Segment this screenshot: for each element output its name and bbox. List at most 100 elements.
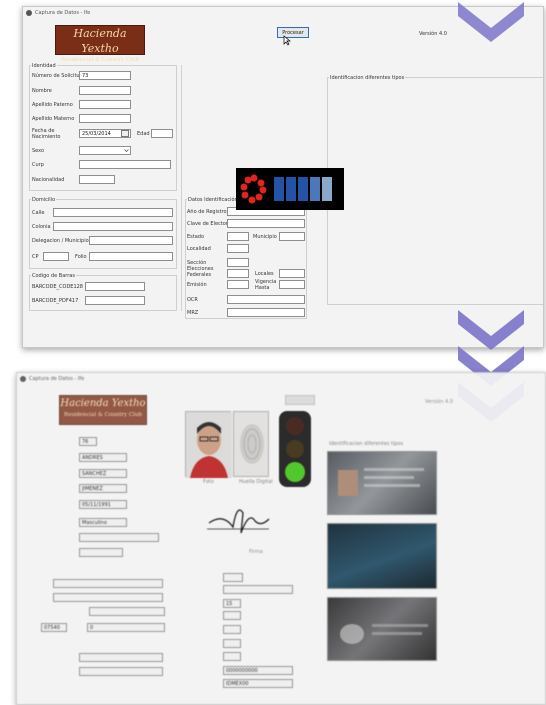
calle-input[interactable] bbox=[53, 208, 173, 217]
pdf417-input[interactable] bbox=[79, 667, 163, 676]
nacionalidad-input[interactable] bbox=[79, 175, 115, 184]
delegacion-label: Delegacion / Municipio bbox=[32, 238, 89, 244]
paterno-input[interactable] bbox=[79, 100, 131, 109]
mrz-input[interactable]: IDMEX00 bbox=[223, 679, 293, 688]
sexo-label: Sexo bbox=[32, 148, 45, 154]
loading-spinner-icon bbox=[240, 174, 332, 204]
ocr-input[interactable] bbox=[227, 295, 305, 304]
cursor-icon bbox=[283, 35, 291, 46]
elecciones-label: Elecciones Federales bbox=[187, 266, 214, 278]
company-logo: Hacienda Yextho Residencial & Country Cl… bbox=[59, 395, 147, 425]
delegacion-input[interactable] bbox=[89, 236, 173, 245]
vigencia-input[interactable] bbox=[279, 280, 305, 289]
clave-input[interactable] bbox=[227, 219, 305, 228]
process-button[interactable] bbox=[285, 395, 315, 405]
id-card-front-image bbox=[327, 451, 437, 515]
localidad-input[interactable] bbox=[227, 244, 249, 253]
colonia-label: Colonia bbox=[32, 224, 51, 230]
localidad-label: Localidad bbox=[187, 246, 211, 252]
anio-label: Año de Registro bbox=[187, 209, 227, 215]
ocr-input[interactable]: 0000000000 bbox=[223, 666, 293, 675]
materno-label: Apellido Materno bbox=[32, 116, 75, 122]
municipio-input[interactable] bbox=[279, 232, 305, 241]
colonia-input[interactable] bbox=[53, 593, 163, 602]
edad-input[interactable] bbox=[151, 129, 173, 138]
process-button[interactable]: Procesar bbox=[277, 27, 309, 38]
estado-label: Estado bbox=[187, 234, 205, 240]
elecciones-input[interactable] bbox=[223, 639, 241, 648]
nombre-input[interactable]: ANDRES bbox=[79, 453, 127, 462]
locales-input[interactable] bbox=[279, 269, 305, 278]
logo-title: Hacienda Yextho bbox=[73, 27, 127, 55]
emision-label: Emisión bbox=[187, 282, 207, 288]
barcode-group-title: Codigo de Barras bbox=[31, 273, 76, 279]
emision-input[interactable] bbox=[227, 280, 249, 289]
estado-input[interactable]: 15 bbox=[223, 599, 241, 608]
seccion-input[interactable] bbox=[227, 258, 249, 267]
logo-title: Hacienda Yextho bbox=[60, 398, 146, 409]
fingerprint-caption: Huella Digital bbox=[239, 479, 273, 485]
nacionalidad-input[interactable] bbox=[79, 548, 123, 557]
clave-input[interactable] bbox=[223, 585, 293, 594]
photo-caption: Foto bbox=[203, 479, 214, 485]
materno-input[interactable] bbox=[79, 114, 131, 123]
signature-caption: Firma bbox=[249, 549, 263, 555]
id-card-back bbox=[340, 624, 428, 644]
curp-label: Curp bbox=[32, 162, 44, 168]
emision-input[interactable] bbox=[223, 652, 241, 661]
calle-label: Calle bbox=[32, 210, 45, 216]
pdf417-label: BARCODE_PDF417 bbox=[32, 298, 79, 304]
code128-input[interactable] bbox=[85, 282, 145, 291]
app-icon bbox=[26, 10, 32, 16]
paterno-input[interactable]: SANCHEZ bbox=[79, 469, 127, 478]
cp-input[interactable] bbox=[43, 252, 69, 261]
window-title: Captura de Datos - Ife bbox=[35, 10, 91, 16]
cp-label: CP bbox=[32, 254, 39, 260]
municipio-label: Municipio bbox=[253, 234, 277, 240]
localidad-input[interactable] bbox=[223, 611, 241, 620]
id-types-group-title: Identificacion diferentes tipos bbox=[329, 75, 406, 81]
code128-label: BARCODE_CODE128 bbox=[32, 284, 83, 290]
seccion-input[interactable] bbox=[223, 625, 241, 634]
calle-input[interactable] bbox=[53, 579, 163, 588]
edad-label: Edad bbox=[137, 131, 150, 137]
id-types-group bbox=[327, 77, 543, 305]
id-card-uv-image bbox=[327, 523, 437, 589]
materno-input[interactable]: JIMENEZ bbox=[79, 484, 127, 493]
identity-group-title: Identidad bbox=[31, 63, 57, 69]
nombre-label: Nombre bbox=[32, 88, 52, 94]
traffic-light-icon bbox=[279, 411, 311, 487]
anio-input[interactable] bbox=[223, 573, 243, 582]
code128-input[interactable] bbox=[79, 653, 163, 662]
window-title: Captura de Datos - Ife bbox=[29, 376, 85, 382]
estado-input[interactable] bbox=[227, 232, 249, 241]
folio-label: Folio bbox=[75, 254, 87, 260]
folio-input[interactable] bbox=[89, 252, 173, 261]
pdf417-input[interactable] bbox=[85, 296, 145, 305]
curp-input[interactable] bbox=[79, 160, 171, 169]
signature-image bbox=[207, 509, 270, 534]
cp-input[interactable]: 07540 bbox=[41, 623, 67, 632]
logo-subtitle: Residencial & Country Club bbox=[61, 57, 139, 63]
folio-input[interactable]: 0 bbox=[87, 623, 165, 632]
elecciones-input[interactable] bbox=[227, 269, 249, 278]
window-titlebar: Captura de Datos - Ife bbox=[17, 373, 545, 385]
curp-input[interactable] bbox=[79, 533, 159, 542]
solicitud-label: Número de Solicitud bbox=[32, 73, 83, 79]
chevron-down-icon bbox=[124, 149, 129, 152]
ocr-label: OCR bbox=[187, 297, 198, 303]
delegacion-input[interactable] bbox=[89, 607, 165, 616]
nombre-input[interactable] bbox=[79, 86, 131, 95]
nacionalidad-label: Nacionalidad bbox=[32, 177, 65, 183]
calendar-icon[interactable] bbox=[121, 130, 129, 137]
mrz-input[interactable] bbox=[227, 308, 305, 317]
solicitud-input[interactable]: 76 bbox=[79, 437, 97, 446]
barcode-group bbox=[29, 275, 177, 311]
fecha-input[interactable]: 05/11/1991 bbox=[79, 500, 127, 509]
logo-subtitle: Residencial & Country Club bbox=[64, 412, 142, 418]
version-label: Versión 4.0 bbox=[425, 399, 453, 405]
solicitud-input[interactable]: 73 bbox=[79, 71, 131, 80]
sexo-select[interactable]: Masculino bbox=[79, 518, 127, 527]
colonia-input[interactable] bbox=[53, 222, 173, 231]
company-logo: Hacienda Yextho Residencial & Country Cl… bbox=[55, 25, 145, 63]
